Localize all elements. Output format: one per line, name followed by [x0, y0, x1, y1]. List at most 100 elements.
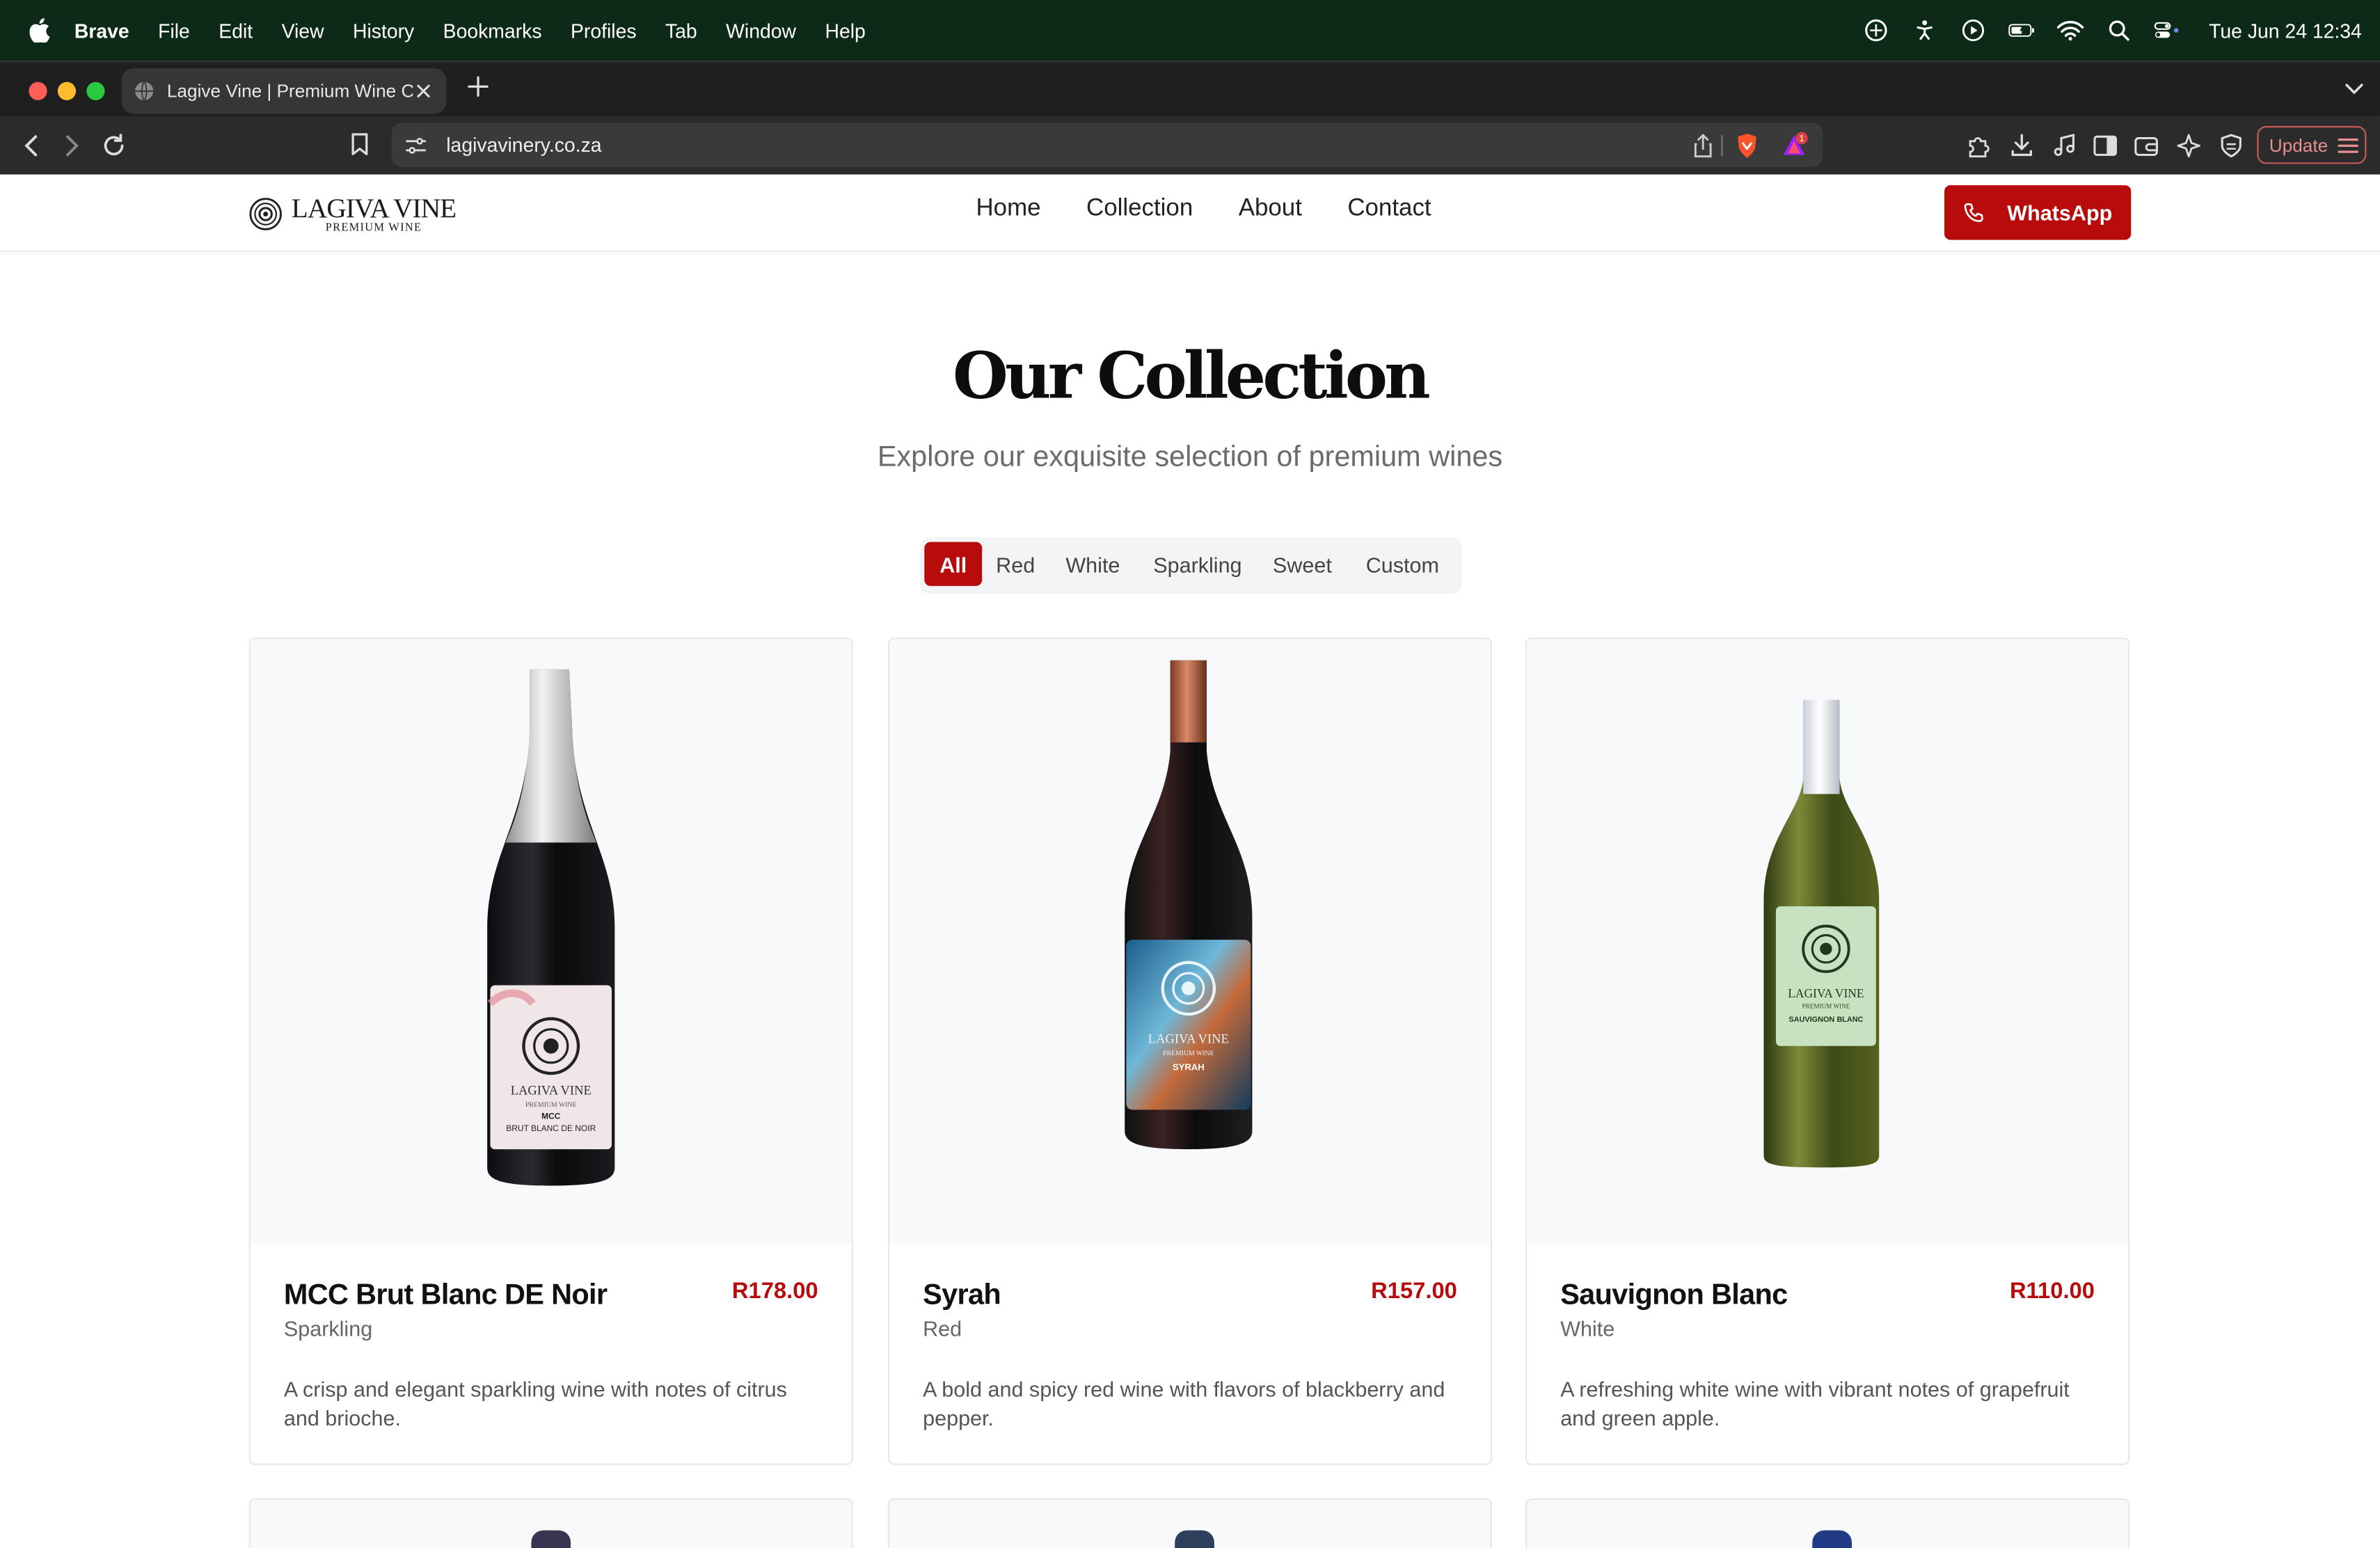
brave-shields-icon[interactable] — [1735, 132, 1759, 159]
nav-contact[interactable]: Contact — [1347, 196, 1431, 223]
menu-file[interactable]: File — [158, 19, 190, 42]
label-brand-text: LAGIVA VINE — [1148, 1032, 1229, 1046]
close-tab-icon[interactable] — [413, 81, 434, 102]
hamburger-menu-icon — [2337, 137, 2358, 152]
chevron-down-icon[interactable] — [2344, 77, 2365, 99]
collection-subtitle: Explore our exquisite selection of premi… — [877, 441, 1503, 474]
label-style-text: MCC — [541, 1111, 561, 1121]
forward-arrow-icon[interactable] — [58, 132, 85, 159]
extensions-puzzle-icon[interactable] — [1966, 132, 1993, 159]
rewards-badge: 1 — [1799, 133, 1804, 143]
bookmark-icon[interactable] — [346, 131, 373, 158]
product-category: White — [1560, 1316, 1615, 1341]
collection-title: Our Collection — [953, 338, 1431, 413]
menu-tab[interactable]: Tab — [665, 19, 697, 42]
tab-title: Lagive Vine | Premium Wine C — [166, 80, 413, 102]
product-image: LAGIVA VINE PREMIUM WINE MCC BRUT BLANC … — [250, 639, 852, 1244]
screen: Brave File Edit View History Bookmarks P… — [0, 0, 2380, 1548]
sparkling-bottle-icon: LAGIVA VINE PREMIUM WINE MCC BRUT BLANC … — [487, 669, 615, 1186]
product-price: R178.00 — [731, 1278, 818, 1304]
product-description: A crisp and elegant sparkling wine with … — [283, 1377, 787, 1430]
control-center-icon[interactable] — [2155, 18, 2182, 42]
macos-menu-bar: Brave File Edit View History Bookmarks P… — [0, 0, 2380, 61]
filter-red[interactable]: Red — [988, 542, 1043, 586]
menu-history[interactable]: History — [353, 19, 414, 42]
product-category: Red — [923, 1316, 962, 1341]
menu-help[interactable]: Help — [825, 19, 865, 42]
product-card-partial[interactable] — [887, 1498, 1493, 1548]
reload-icon[interactable] — [100, 132, 127, 159]
new-tab-plus-icon[interactable] — [464, 74, 491, 102]
filter-all[interactable]: All — [924, 542, 983, 586]
filter-custom[interactable]: Custom — [1354, 542, 1452, 586]
product-card[interactable]: LAGIVA VINE PREMIUM WINE MCC BRUT BLANC … — [248, 638, 853, 1465]
minimize-window-button[interactable] — [57, 81, 77, 100]
site-nav: Home Collection About Contact — [976, 196, 1431, 223]
product-category: Sparkling — [283, 1316, 373, 1341]
filter-white[interactable]: White — [1058, 542, 1127, 586]
nav-about[interactable]: About — [1239, 196, 1302, 223]
menu-app-name[interactable]: Brave — [74, 19, 129, 42]
site-logo[interactable]: LAGIVA VINE PREMIUM WINE — [249, 193, 457, 235]
wifi-icon[interactable] — [2057, 18, 2084, 42]
label-variety-text: SYRAH — [1173, 1062, 1205, 1073]
label-variety-text: SAUVIGNON BLANC — [1788, 1016, 1863, 1024]
accessibility-icon[interactable] — [1912, 18, 1939, 42]
media-music-icon[interactable] — [2051, 132, 2078, 159]
browser-tab-bar: Lagive Vine | Premium Wine C — [0, 61, 2380, 117]
vpn-shield-icon[interactable] — [2218, 132, 2245, 159]
product-name[interactable]: MCC Brut Blanc DE Noir — [284, 1280, 608, 1313]
sidebar-toggle-icon[interactable] — [2092, 132, 2119, 159]
back-arrow-icon[interactable] — [18, 132, 45, 159]
whatsapp-button[interactable]: WhatsApp — [1944, 185, 2132, 240]
site-settings-icon[interactable] — [405, 134, 427, 156]
product-card-partial[interactable] — [248, 1498, 853, 1548]
menubar-clock[interactable]: Tue Jun 24 12:34 — [2209, 19, 2362, 42]
spotlight-search-icon[interactable] — [2106, 18, 2133, 42]
update-label: Update — [2269, 134, 2329, 156]
close-window-button[interactable] — [29, 81, 47, 100]
product-name[interactable]: Syrah — [923, 1280, 1001, 1313]
url-text[interactable]: lagivavinery.co.za — [446, 134, 601, 157]
label-tagline-text: PREMIUM WINE — [525, 1101, 577, 1109]
product-image: LAGIVA VINE PREMIUM WINE SYRAH — [889, 639, 1491, 1244]
menu-view[interactable]: View — [282, 19, 324, 42]
filter-sweet[interactable]: Sweet — [1266, 542, 1339, 586]
url-divider — [1721, 135, 1723, 157]
play-icon[interactable] — [1960, 18, 1987, 42]
label-tagline-text: PREMIUM WINE — [1163, 1050, 1214, 1057]
brave-rewards-icon[interactable]: 1 — [1780, 132, 1808, 159]
zoom-window-button[interactable] — [86, 81, 105, 100]
product-card[interactable]: LAGIVA VINE PREMIUM WINE SAUVIGNON BLANC… — [1525, 638, 2130, 1465]
nav-home[interactable]: Home — [976, 196, 1040, 223]
wallet-icon[interactable] — [2132, 132, 2159, 159]
product-price: R110.00 — [2010, 1278, 2095, 1304]
nav-collection[interactable]: Collection — [1086, 196, 1193, 223]
address-bar[interactable]: lagivavinery.co.za 1 — [391, 123, 1823, 167]
menu-window[interactable]: Window — [726, 19, 796, 42]
product-name[interactable]: Sauvignon Blanc — [1560, 1280, 1788, 1313]
label-tagline-text: PREMIUM WINE — [1802, 1002, 1850, 1009]
share-icon[interactable] — [1692, 134, 1714, 158]
vpn-icon[interactable] — [1863, 18, 1890, 42]
bottle-cap-icon — [1812, 1530, 1852, 1548]
product-card[interactable]: LAGIVA VINE PREMIUM WINE SYRAH Syrah R15… — [887, 638, 1493, 1465]
browser-tab-active[interactable]: Lagive Vine | Premium Wine C — [121, 68, 447, 114]
site-header: LAGIVA VINE PREMIUM WINE Home Collection… — [0, 174, 2380, 253]
menu-edit[interactable]: Edit — [219, 19, 253, 42]
filter-sparkling[interactable]: Sparkling — [1145, 542, 1251, 586]
label-brand-text: LAGIVA VINE — [511, 1084, 592, 1098]
product-card-partial[interactable] — [1525, 1498, 2130, 1548]
menu-bookmarks[interactable]: Bookmarks — [443, 19, 542, 42]
bottle-cap-icon — [1175, 1530, 1214, 1548]
label-brand-text: LAGIVA VINE — [1788, 986, 1864, 1000]
apple-icon[interactable] — [26, 17, 53, 44]
download-icon[interactable] — [2008, 132, 2036, 159]
label-variety-text: BRUT BLANC DE NOIR — [506, 1123, 596, 1133]
battery-icon[interactable] — [2008, 18, 2036, 42]
leo-ai-icon[interactable] — [2175, 132, 2203, 159]
phone-icon — [1965, 202, 1984, 221]
globe-icon — [135, 81, 154, 101]
update-button[interactable]: Update — [2257, 126, 2367, 164]
menu-profiles[interactable]: Profiles — [571, 19, 637, 42]
